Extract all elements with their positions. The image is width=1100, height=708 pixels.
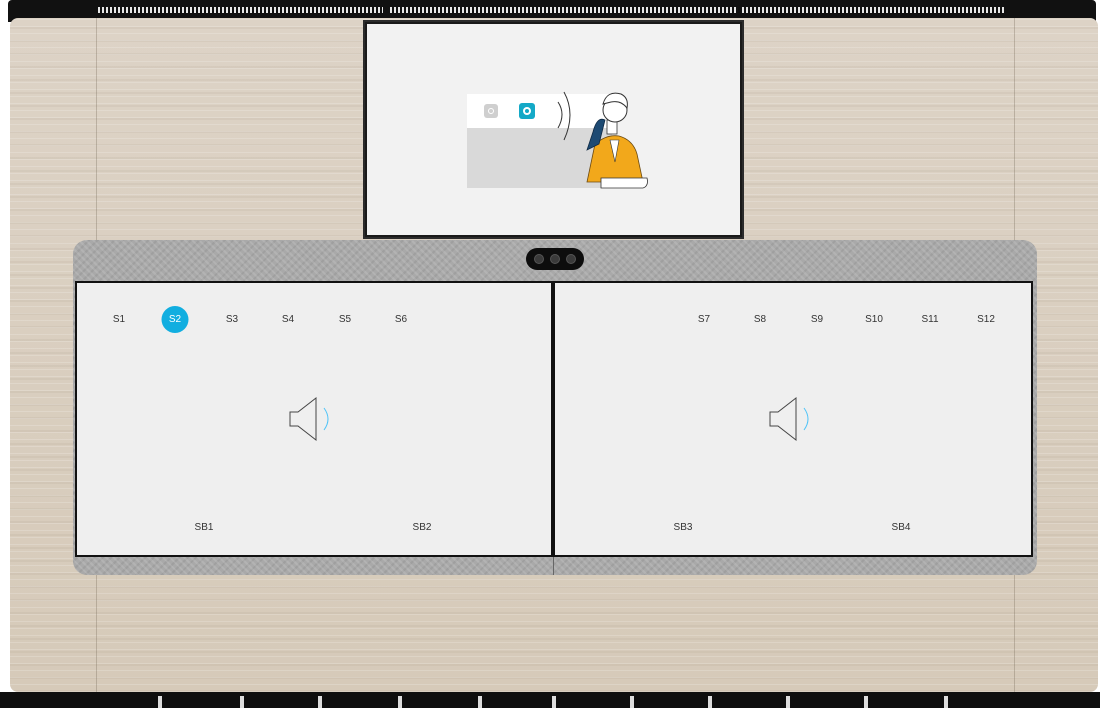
seat-s2[interactable]: S2 [161,306,189,333]
top-bar-pattern [98,7,1006,13]
seat-s8[interactable]: S8 [754,313,766,327]
panel-divider [553,557,554,575]
speaker-illustration [467,91,648,194]
microphone-icon [484,104,498,118]
soundbar-sb3[interactable]: SB3 [674,522,693,533]
display-screen [367,24,740,235]
seat-s12[interactable]: S12 [977,313,995,327]
speaker-icon[interactable] [768,396,818,442]
top-bar-gap [736,6,742,14]
seat-s11[interactable]: S11 [921,313,938,327]
top-bar-gap [383,6,389,14]
seat-s5[interactable]: S5 [339,313,351,327]
seat-s1[interactable]: S1 [113,313,125,327]
seat-s7[interactable]: S7 [698,313,710,327]
seat-s3[interactable]: S3 [226,313,238,327]
speaker-icon[interactable] [288,396,338,442]
seat-s10[interactable]: S10 [865,313,883,327]
seat-s9[interactable]: S9 [811,313,823,327]
camera-icon [526,248,584,270]
person-illustration [586,92,648,189]
bottom-bar [0,692,1100,708]
wall-display [363,20,744,239]
microphone-active-icon [519,103,535,119]
seat-s6[interactable]: S6 [395,313,407,327]
seat-s4[interactable]: S4 [282,313,294,327]
soundbar-sb2[interactable]: SB2 [413,522,432,533]
soundbar-sb1[interactable]: SB1 [195,522,214,533]
soundbar-sb4[interactable]: SB4 [892,522,911,533]
